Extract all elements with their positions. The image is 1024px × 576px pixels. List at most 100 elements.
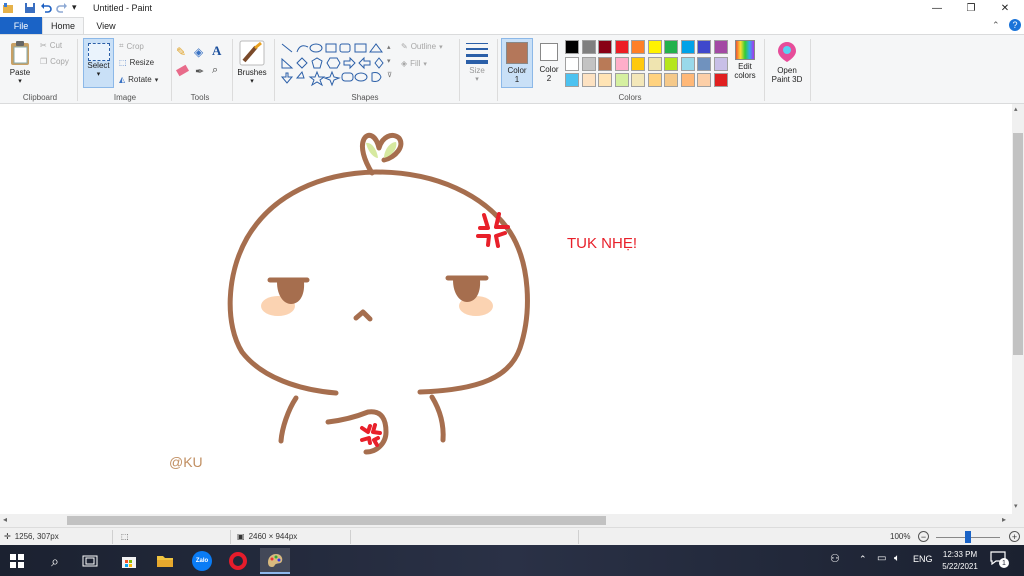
size-button[interactable]: Size ▾ [463,40,491,83]
eraser-icon[interactable] [175,64,190,77]
text-tool-icon[interactable]: A [212,43,221,59]
window-title: Untitled - Paint [93,3,153,13]
palette-swatch[interactable] [713,73,728,87]
palette-swatch[interactable] [697,40,711,54]
palette-swatch[interactable] [647,73,662,87]
palette-swatch[interactable] [631,40,645,54]
edit-colors-button[interactable]: Edit colors [732,40,758,80]
palette-swatch[interactable] [565,56,579,71]
copy-button[interactable]: ❐ Copy [40,57,69,66]
paste-button[interactable]: Paste ▾ [6,40,34,85]
brushes-button[interactable]: Brushes ▾ [236,40,268,85]
vertical-scroll-thumb[interactable] [1013,133,1023,355]
shapes-scroll-down-icon[interactable]: ▾ [387,57,391,65]
palette-swatch[interactable] [614,56,629,71]
pencil-icon[interactable]: ✎ [176,45,186,59]
task-view-icon[interactable] [77,548,103,574]
paste-label: Paste [9,68,31,77]
palette-swatch[interactable] [680,56,695,71]
outline-icon: ✎ [401,42,408,51]
open-paint3d-button[interactable]: Open Paint 3D [767,40,807,84]
palette-swatch[interactable] [713,40,728,54]
horizontal-scroll-thumb[interactable] [67,516,606,525]
minimize-button[interactable]: — [920,0,954,17]
select-button[interactable]: Select ▾ [83,38,114,88]
redo-icon[interactable] [56,2,68,14]
volume-icon[interactable]: 🔈︎ [894,553,900,564]
zalo-icon[interactable]: Zalo [189,548,215,574]
palette-swatch[interactable] [631,56,645,71]
collapse-ribbon-icon[interactable]: ⌃ [992,20,1000,31]
save-icon[interactable] [24,2,36,14]
outline-button[interactable]: ✎ Outline ▾ [401,42,443,51]
palette-swatch[interactable] [664,73,678,87]
palette-swatch[interactable] [614,73,629,87]
zoom-out-button[interactable]: − [918,531,929,542]
crop-button[interactable]: ⌗ Crop [119,41,144,51]
tools-group-label: Tools [190,93,210,102]
color2-number: 2 [546,74,552,83]
file-explorer-icon[interactable] [152,548,178,574]
palette-swatch[interactable] [614,40,629,54]
palette-swatch[interactable] [631,73,645,87]
scroll-up-icon[interactable]: ▴ [1014,105,1018,113]
palette-swatch[interactable] [581,56,596,71]
clock[interactable]: 12:33 PM 5/22/2021 [940,549,980,573]
quick-access-dropdown-icon[interactable]: ▾ [72,2,77,13]
palette-swatch[interactable] [697,73,711,87]
start-button[interactable] [4,548,30,574]
palette-swatch[interactable] [581,73,596,87]
canvas-size-value: 2460 × 944px [248,532,298,541]
palette-swatch[interactable] [647,56,662,71]
help-icon[interactable]: ? [1009,19,1021,31]
rotate-button[interactable]: ◭ Rotate ▾ [119,75,158,84]
fill-bucket-icon[interactable]: ◈ [194,45,203,59]
tab-file[interactable]: File [0,17,42,34]
palette-swatch[interactable] [598,40,612,54]
scissors-icon: ✂ [40,41,47,50]
paint-taskbar-icon[interactable] [260,548,290,574]
palette-swatch[interactable] [565,40,579,54]
show-hidden-icons[interactable]: ⌃ [859,554,867,565]
palette-swatch[interactable] [565,73,579,87]
scroll-left-icon[interactable]: ◂ [3,515,7,524]
resize-icon: ⬚ [119,58,127,67]
tab-view[interactable]: View [88,17,124,34]
palette-swatch[interactable] [664,40,678,54]
fill-button[interactable]: ◈ Fill ▾ [401,59,427,68]
cut-button[interactable]: ✂ Cut [40,41,62,50]
shapes-expand-icon[interactable]: ⊽ [387,71,392,79]
color2-button[interactable]: Color 2 [536,38,562,83]
search-icon[interactable]: ⌕ [42,548,68,574]
scroll-right-icon[interactable]: ▸ [1002,515,1006,524]
palette-swatch[interactable] [598,56,612,71]
scroll-down-icon[interactable]: ▾ [1014,502,1018,510]
color1-button[interactable]: Color 1 [501,38,533,88]
store-icon[interactable] [116,548,142,574]
zoom-in-button[interactable]: + [1009,531,1020,542]
magnifier-icon[interactable]: ⌕ [212,64,218,77]
palette-swatch[interactable] [664,56,678,71]
palette-swatch[interactable] [713,56,728,71]
shapes-gallery[interactable] [280,41,398,87]
palette-swatch[interactable] [697,56,711,71]
resize-button[interactable]: ⬚ Resize [119,58,154,67]
language-indicator[interactable]: ENG [913,554,933,564]
network-icon[interactable]: ▭ [877,553,886,564]
zoom-slider-thumb[interactable] [965,531,971,543]
undo-icon[interactable] [40,2,52,14]
palette-swatch[interactable] [680,73,695,87]
shapes-scroll-up-icon[interactable]: ▴ [387,43,391,51]
drawing-canvas[interactable]: TUK NHẸ! @KU [0,104,1012,514]
tab-home[interactable]: Home [42,17,84,34]
people-icon[interactable]: ⚇ [830,552,840,565]
palette-swatch[interactable] [581,40,596,54]
palette-swatch[interactable] [647,40,662,54]
color-picker-icon[interactable]: ✒ [195,65,204,78]
palette-swatch[interactable] [680,40,695,54]
palette-swatch[interactable] [598,73,612,87]
maximize-button[interactable]: ❐ [954,0,988,17]
opera-icon[interactable] [225,548,251,574]
notification-center-icon[interactable]: 1 [990,551,1009,569]
close-button[interactable]: ✕ [988,0,1022,17]
